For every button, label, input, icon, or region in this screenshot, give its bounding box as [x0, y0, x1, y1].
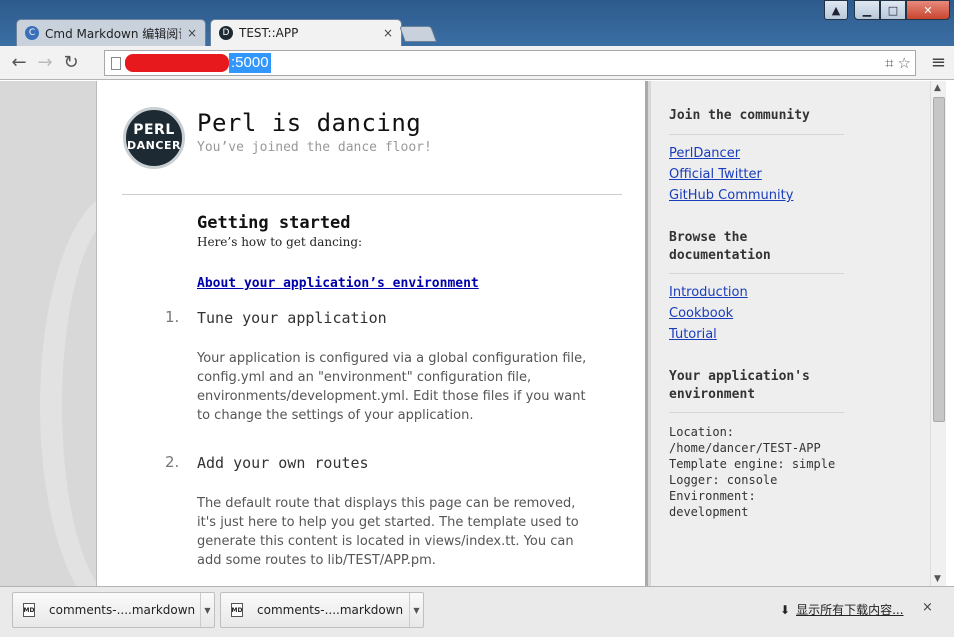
tutorial-link[interactable]: Tutorial — [669, 324, 748, 345]
tab-test-app[interactable]: D TEST::APP × — [210, 19, 402, 46]
bookmark-star-icon[interactable]: ☆ — [898, 54, 911, 72]
main-content: PERL DANCER Perl is dancing You’ve joine… — [96, 81, 648, 586]
download-item[interactable]: MD comments-....markdown ▼ — [12, 592, 215, 628]
location-label: Location: — [669, 425, 735, 439]
step-number: 1. — [165, 308, 180, 326]
download-item[interactable]: MD comments-....markdown ▼ — [220, 592, 424, 628]
step-title: Add your own routes — [197, 454, 369, 472]
user-profile-button[interactable]: ▲ — [824, 0, 848, 20]
sidebar-divider — [669, 134, 844, 135]
sidebar-divider — [669, 412, 844, 413]
translate-icon[interactable]: ⌗ — [885, 54, 893, 72]
sidebar: Join the community PerlDancer Official T… — [651, 81, 930, 586]
step-number: 2. — [165, 453, 180, 471]
official-twitter-link[interactable]: Official Twitter — [669, 164, 793, 185]
download-menu-arrow-icon[interactable]: ▼ — [200, 593, 214, 627]
step-title: Tune your application — [197, 309, 387, 327]
docs-links: Introduction Cookbook Tutorial — [669, 282, 748, 345]
download-filename: comments-....markdown — [49, 603, 196, 617]
close-shelf-icon[interactable]: × — [922, 600, 933, 615]
page-viewport: PERL DANCER Perl is dancing You’ve joine… — [0, 81, 930, 586]
page-icon — [111, 56, 121, 70]
page-scrollbar[interactable]: ▲ ▼ — [930, 81, 946, 586]
dancer-favicon-icon: D — [219, 26, 233, 40]
logo-line-1: PERL — [133, 122, 175, 138]
environment-info: Location: /home/dancer/TEST-APP Template… — [669, 424, 835, 520]
window-titlebar: C Cmd Markdown 编辑阅读器 × D TEST::APP × ▲ ▁… — [0, 0, 954, 46]
new-tab-button[interactable] — [399, 26, 437, 42]
sidebar-divider — [669, 273, 844, 274]
getting-started-subtitle: Here’s how to get dancing: — [197, 235, 363, 249]
forward-button[interactable]: → — [32, 50, 58, 76]
omnibox-actions: ⌗ ☆ — [885, 54, 911, 72]
scroll-up-icon[interactable]: ▲ — [934, 83, 941, 93]
minimize-button[interactable]: ▁ — [854, 0, 880, 20]
logger: Logger: console — [669, 473, 778, 487]
getting-started-heading: Getting started — [197, 213, 351, 233]
tab-title: TEST::APP — [239, 26, 299, 40]
cmd-markdown-favicon-icon: C — [25, 26, 39, 40]
environment-label: Environment: — [669, 489, 756, 503]
downloads-shelf: MD comments-....markdown ▼ MD comments-.… — [0, 586, 954, 637]
github-community-link[interactable]: GitHub Community — [669, 185, 793, 206]
tab-title: Cmd Markdown 编辑阅读器 — [45, 26, 181, 41]
perl-dancer-logo: PERL DANCER — [123, 107, 185, 169]
docs-heading: Browse the documentation — [669, 230, 771, 263]
reload-button[interactable]: ↻ — [58, 50, 84, 76]
maximize-button[interactable]: □ — [880, 0, 906, 20]
introduction-link[interactable]: Introduction — [669, 282, 748, 303]
close-window-button[interactable]: ✕ — [906, 0, 950, 20]
perldancer-link[interactable]: PerlDancer — [669, 143, 793, 164]
environment-link[interactable]: About your application’s environment — [197, 276, 479, 291]
environment-value: development — [669, 505, 749, 519]
divider — [122, 194, 622, 195]
window-controls: ▲ ▁ □ ✕ — [824, 0, 950, 20]
step-body: Your application is configured via a glo… — [197, 351, 587, 423]
url-port-text[interactable]: :5000 — [229, 53, 271, 73]
tab-cmd-markdown[interactable]: C Cmd Markdown 编辑阅读器 × — [16, 19, 206, 46]
tab-close-icon[interactable]: × — [383, 26, 393, 40]
environment-heading: Your application's environment — [669, 369, 810, 402]
location-value: /home/dancer/TEST-APP — [669, 441, 821, 455]
address-bar[interactable]: :5000 ⌗ ☆ — [104, 50, 916, 76]
scroll-down-icon[interactable]: ▼ — [934, 574, 941, 584]
browser-toolbar: ← → ↻ :5000 ⌗ ☆ ≡ — [0, 46, 954, 80]
browser-menu-icon[interactable]: ≡ — [931, 52, 946, 73]
show-all-label: 显示所有下载内容... — [796, 603, 904, 617]
template-engine: Template engine: simple — [669, 457, 836, 471]
scrollbar-thumb[interactable] — [933, 97, 945, 422]
download-arrow-icon: ⬇ — [780, 602, 791, 617]
tab-close-icon[interactable]: × — [187, 26, 197, 40]
page-subtitle: You’ve joined the dance floor! — [197, 140, 432, 155]
cookbook-link[interactable]: Cookbook — [669, 303, 748, 324]
step-body: The default route that displays this pag… — [197, 496, 579, 568]
logo-line-2: DANCER — [127, 139, 181, 152]
show-all-downloads-link[interactable]: ⬇ 显示所有下载内容... — [780, 601, 904, 618]
markdown-file-icon: MD — [23, 603, 35, 617]
community-heading: Join the community — [669, 108, 810, 123]
back-button[interactable]: ← — [6, 50, 32, 76]
download-filename: comments-....markdown — [257, 603, 404, 617]
markdown-file-icon: MD — [231, 603, 243, 617]
url-redaction — [125, 54, 229, 72]
page-title: Perl is dancing — [197, 109, 422, 137]
download-menu-arrow-icon[interactable]: ▼ — [409, 593, 423, 627]
community-links: PerlDancer Official Twitter GitHub Commu… — [669, 143, 793, 206]
